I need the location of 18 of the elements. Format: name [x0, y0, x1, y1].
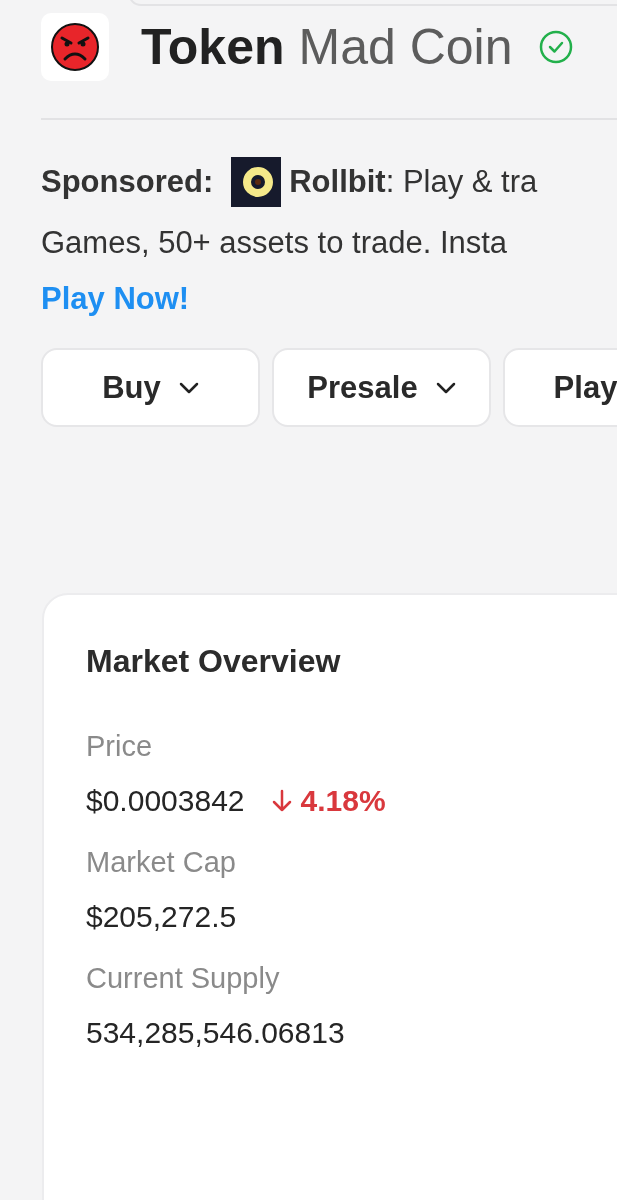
stat-value: $0.0003842	[86, 784, 245, 818]
dropdown-button[interactable]: Buy	[41, 348, 260, 427]
token-label: Token	[141, 19, 285, 75]
dropdown-button[interactable]: Play	[503, 348, 617, 427]
change-percent: 4.18%	[300, 784, 386, 818]
token-name: Mad Coin	[298, 19, 513, 75]
stat-label: Current Supply	[86, 961, 281, 996]
sponsor-text: Games, 50+ assets to trade. Insta	[41, 224, 509, 262]
card-title: Market Overview	[86, 643, 342, 680]
sponsor-text: Rollbit: Play & tra	[289, 164, 538, 200]
stat-value: 534,285,546.06813	[86, 1016, 345, 1050]
ring-logo-icon	[231, 157, 282, 207]
stat-value: $205,272.5	[86, 900, 237, 934]
sponsored-label: Sponsored:	[41, 164, 214, 200]
angry-face-icon	[41, 13, 109, 81]
stat-label: Price	[86, 729, 154, 764]
dropdown-button[interactable]: Presale	[272, 348, 491, 427]
stat-label: Market Cap	[86, 845, 237, 880]
